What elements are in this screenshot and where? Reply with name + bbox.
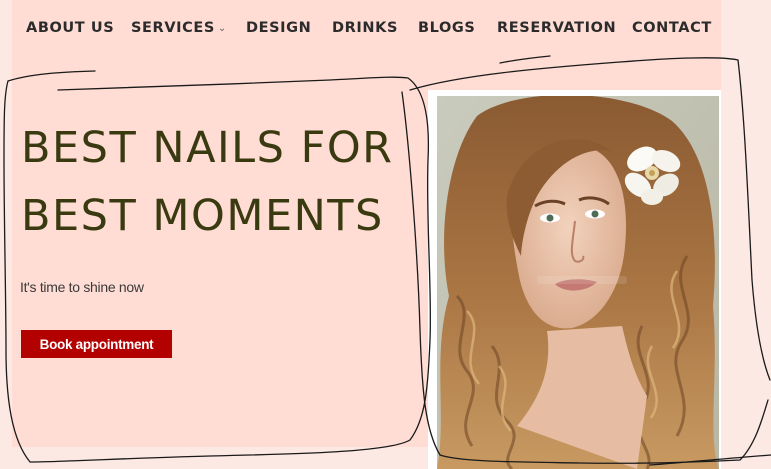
nav-about-us[interactable]: ABOUT US [26, 20, 114, 36]
main-navigation: ABOUT US SERVICES ⌄ DESIGN DRINKS BLOGS R… [12, 0, 721, 62]
nav-design[interactable]: DESIGN [246, 20, 311, 36]
chevron-down-icon: ⌄ [217, 23, 227, 34]
hero-subtitle: It's time to shine now [20, 279, 144, 295]
nav-reservation[interactable]: RESERVATION [497, 20, 616, 36]
nav-services[interactable]: SERVICES ⌄ [131, 20, 227, 36]
nav-blogs[interactable]: BLOGS [418, 20, 475, 36]
book-appointment-button[interactable]: Book appointment [21, 330, 172, 358]
nav-contact[interactable]: CONTACT [632, 20, 712, 36]
hero-title: BEST NAILS FOR BEST MOMENTS [21, 123, 394, 241]
nav-services-label: SERVICES [131, 20, 215, 36]
woman-portrait-photo [437, 96, 719, 469]
nav-drinks[interactable]: DRINKS [332, 20, 398, 36]
